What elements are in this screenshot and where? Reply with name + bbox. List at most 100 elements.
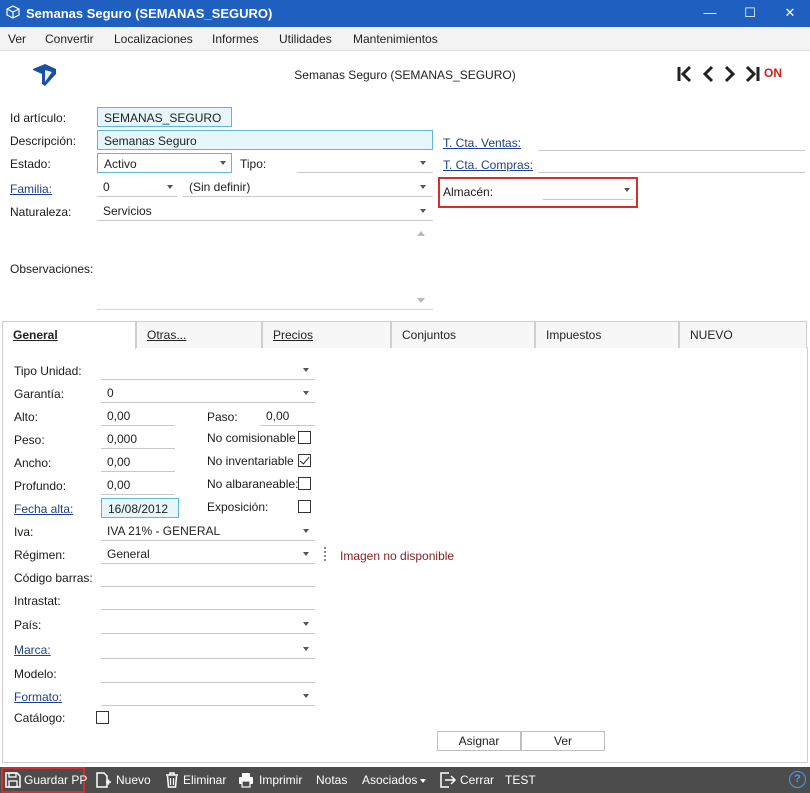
- familia-select[interactable]: (Sin definir): [183, 177, 433, 197]
- exit-icon: [440, 772, 456, 788]
- eliminar-button[interactable]: Eliminar: [183, 767, 226, 793]
- on-indicator[interactable]: ON: [764, 66, 782, 80]
- menu-bar: Ver Convertir Localizaciones Informes Ut…: [0, 27, 810, 51]
- garantia-label: Garantía:: [14, 387, 65, 401]
- profundo-field[interactable]: 0,00: [101, 475, 175, 495]
- nav-first-icon[interactable]: [676, 64, 694, 84]
- chevron-down-icon[interactable]: [167, 185, 173, 189]
- menu-localizaciones[interactable]: Localizaciones: [114, 32, 193, 46]
- menu-mantenimientos[interactable]: Mantenimientos: [353, 32, 438, 46]
- chevron-down-icon[interactable]: [303, 391, 309, 395]
- nav-last-icon[interactable]: [743, 64, 761, 84]
- chevron-down-icon[interactable]: [303, 694, 309, 698]
- maximize-button[interactable]: ☐: [730, 0, 770, 27]
- no-comisionable-checkbox[interactable]: [298, 431, 311, 444]
- menu-ver[interactable]: Ver: [8, 32, 26, 46]
- tab-nuevo[interactable]: NUEVO: [679, 321, 807, 348]
- chevron-down-icon[interactable]: [303, 647, 309, 651]
- nav-previous-icon[interactable]: [699, 64, 717, 84]
- alto-field[interactable]: 0,00: [101, 406, 175, 426]
- tipo-label: Tipo:: [240, 157, 267, 171]
- cerrar-button[interactable]: Cerrar: [460, 767, 494, 793]
- test-button[interactable]: TEST: [505, 767, 536, 793]
- asociados-button[interactable]: Asociados: [362, 767, 417, 793]
- tab-general[interactable]: General: [2, 321, 136, 349]
- asignar-button[interactable]: Asignar: [437, 731, 521, 751]
- chevron-down-icon[interactable]: [420, 209, 426, 213]
- window-title: Semanas Seguro (SEMANAS_SEGURO): [26, 6, 273, 21]
- cta-compras-link[interactable]: T. Cta. Compras:: [443, 158, 533, 172]
- descripcion-field[interactable]: Semanas Seguro: [97, 130, 433, 150]
- printer-icon: [239, 773, 253, 788]
- intrastat-field[interactable]: [101, 590, 315, 610]
- marca-link[interactable]: Marca:: [14, 643, 51, 657]
- observaciones-textarea[interactable]: [97, 224, 433, 310]
- imprimir-button[interactable]: Imprimir: [259, 767, 302, 793]
- guardar-button[interactable]: Guardar PP: [24, 767, 87, 793]
- no-inventariable-label: No inventariable: [207, 454, 294, 468]
- title-bar: Semanas Seguro (SEMANAS_SEGURO) — ☐ ✕: [0, 0, 810, 27]
- no-inventariable-checkbox[interactable]: [298, 454, 311, 467]
- estado-select[interactable]: Activo: [97, 153, 232, 173]
- tab-otras[interactable]: Otras...: [136, 321, 262, 348]
- help-icon[interactable]: ?: [789, 771, 806, 788]
- cta-ventas-field[interactable]: [538, 131, 805, 151]
- pais-label: País:: [14, 618, 42, 632]
- menu-utilidades[interactable]: Utilidades: [279, 32, 332, 46]
- garantia-select[interactable]: 0: [101, 383, 315, 403]
- chevron-down-icon[interactable]: [303, 529, 309, 533]
- splitter-handle[interactable]: [324, 547, 326, 561]
- tipo-unidad-select[interactable]: [101, 360, 315, 380]
- modelo-field[interactable]: [101, 663, 315, 683]
- chevron-down-icon[interactable]: [303, 622, 309, 626]
- peso-label: Peso:: [14, 433, 45, 447]
- catalogo-checkbox[interactable]: [96, 711, 109, 724]
- regimen-select[interactable]: General: [101, 544, 315, 564]
- iva-select[interactable]: IVA 21% - GENERAL: [101, 521, 315, 541]
- ancho-field[interactable]: 0,00: [101, 452, 175, 472]
- cta-ventas-link[interactable]: T. Cta. Ventas:: [443, 136, 521, 150]
- almacen-label: Almacén:: [443, 185, 494, 199]
- chevron-down-icon[interactable]: [303, 552, 309, 556]
- peso-field[interactable]: 0,000: [101, 429, 175, 449]
- no-albaraneable-label: No albaraneable:: [207, 477, 299, 491]
- chevron-down-icon[interactable]: [420, 185, 426, 189]
- cta-compras-field[interactable]: [538, 153, 805, 173]
- chevron-down-icon[interactable]: [624, 188, 630, 192]
- id-articulo-field[interactable]: SEMANAS_SEGURO: [97, 107, 232, 127]
- trash-icon: [166, 772, 178, 788]
- chevron-down-icon[interactable]: [420, 779, 426, 783]
- exposicion-checkbox[interactable]: [298, 500, 311, 513]
- almacen-select[interactable]: [543, 180, 633, 200]
- tab-precios[interactable]: Precios: [262, 321, 391, 348]
- close-button[interactable]: ✕: [770, 0, 810, 27]
- nuevo-button[interactable]: Nuevo: [116, 767, 151, 793]
- scroll-up-icon[interactable]: [417, 231, 425, 236]
- chevron-down-icon[interactable]: [420, 161, 426, 165]
- chevron-down-icon[interactable]: [303, 368, 309, 372]
- formato-select[interactable]: [101, 686, 315, 706]
- codigo-barras-field[interactable]: [101, 567, 315, 587]
- no-comisionable-label: No comisionable: [207, 431, 296, 445]
- fecha-alta-field[interactable]: 16/08/2012: [101, 498, 179, 518]
- pais-select[interactable]: [101, 614, 315, 634]
- tab-conjuntos[interactable]: Conjuntos: [391, 321, 535, 348]
- minimize-button[interactable]: —: [690, 0, 730, 27]
- marca-select[interactable]: [101, 639, 315, 659]
- no-albaraneable-checkbox[interactable]: [298, 477, 311, 490]
- naturaleza-select[interactable]: Servicios: [97, 201, 433, 221]
- ver-button[interactable]: Ver: [521, 731, 605, 751]
- menu-informes[interactable]: Informes: [212, 32, 259, 46]
- tab-impuestos[interactable]: Impuestos: [535, 321, 679, 348]
- scroll-down-icon[interactable]: [417, 298, 425, 303]
- tipo-select[interactable]: [297, 153, 433, 173]
- nav-next-icon[interactable]: [721, 64, 739, 84]
- fecha-alta-link[interactable]: Fecha alta:: [14, 502, 73, 516]
- formato-link[interactable]: Formato:: [14, 690, 62, 704]
- familia-code-select[interactable]: 0: [97, 177, 177, 197]
- paso-field[interactable]: 0,00: [260, 406, 315, 426]
- chevron-down-icon[interactable]: [220, 161, 226, 165]
- notas-button[interactable]: Notas: [316, 767, 347, 793]
- menu-convertir[interactable]: Convertir: [45, 32, 94, 46]
- familia-link[interactable]: Familia:: [10, 182, 52, 196]
